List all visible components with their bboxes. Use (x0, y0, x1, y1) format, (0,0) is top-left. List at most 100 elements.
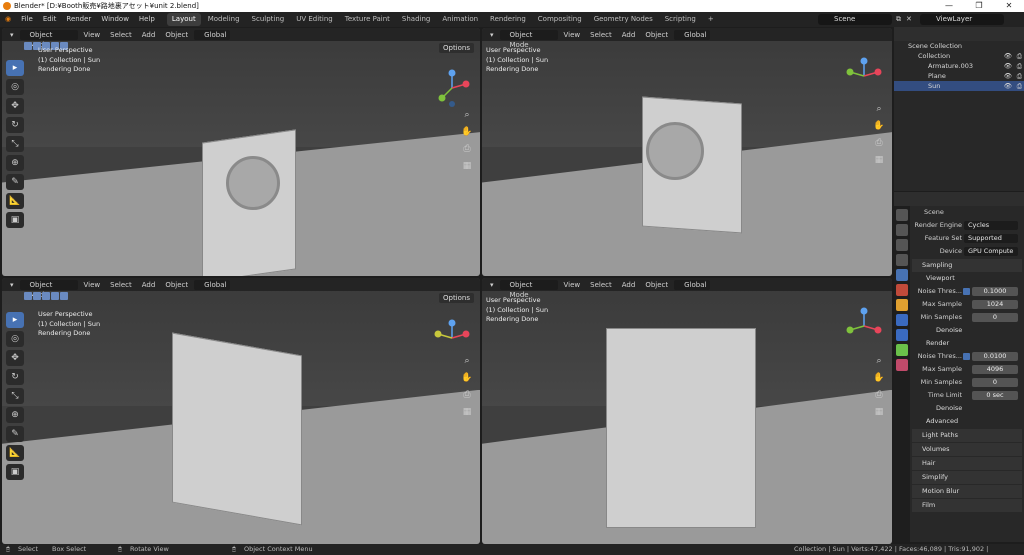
vp-denoise-subpanel[interactable]: Denoise (912, 324, 1022, 337)
render-camera-icon[interactable]: ⎙ (1017, 51, 1022, 61)
outliner-row-collection[interactable]: Collection 👁 ⎙ (894, 51, 1024, 61)
mode-selector[interactable]: Object Mode (499, 29, 558, 49)
menu-object[interactable]: Object (641, 280, 672, 290)
visibility-eye-icon[interactable]: 👁 (1004, 61, 1012, 71)
render-camera-icon[interactable]: ⎙ (1017, 71, 1022, 81)
camera-icon[interactable]: ⎙ (872, 388, 886, 402)
vp-noise-threshold-field[interactable]: 0.1000 (972, 287, 1018, 296)
viewport-top-left[interactable]: ▾ Object Mode View Select Add Object Glo… (2, 28, 480, 276)
navigation-gizmo[interactable] (844, 306, 884, 346)
orientation-selector[interactable]: Global (674, 279, 711, 290)
tab-scripting[interactable]: Scripting (660, 13, 701, 26)
maximize-button[interactable]: ❐ (964, 0, 994, 12)
tool-tab-icon[interactable] (896, 209, 908, 221)
tab-modeling[interactable]: Modeling (203, 13, 245, 26)
tab-layout[interactable]: Layout (166, 13, 201, 26)
outliner-row-sun[interactable]: Sun 👁 ⎙ (894, 81, 1024, 91)
vp-min-samples-field[interactable]: 0 (972, 313, 1018, 322)
grid-icon[interactable]: ▦ (460, 159, 474, 173)
select-tool-icon[interactable]: ▸ (6, 312, 24, 328)
menu-select[interactable]: Select (106, 280, 136, 290)
menu-select[interactable]: Select (106, 30, 136, 40)
annotate-tool-icon[interactable]: ✎ (6, 426, 24, 442)
pan-hand-icon[interactable]: ✋ (872, 119, 886, 133)
tab-rendering[interactable]: Rendering (485, 13, 531, 26)
measure-tool-icon[interactable]: 📐 (6, 445, 24, 461)
close-button[interactable]: ✕ (994, 0, 1024, 12)
volumes-panel[interactable]: Volumes (912, 443, 1022, 456)
new-scene-icon[interactable]: ⧉ (896, 15, 901, 24)
annotate-tool-icon[interactable]: ✎ (6, 174, 24, 190)
orientation-selector[interactable]: Global (194, 279, 231, 290)
render-camera-icon[interactable]: ⎙ (1017, 61, 1022, 71)
menu-help[interactable]: Help (134, 12, 160, 27)
orientation-selector[interactable]: Global (194, 29, 231, 40)
pan-hand-icon[interactable]: ✋ (872, 371, 886, 385)
menu-add[interactable]: Add (138, 30, 160, 40)
mode-selector[interactable]: Object Mode (19, 279, 78, 299)
editor-type-icon[interactable]: ▾ (486, 30, 498, 40)
simplify-panel[interactable]: Simplify (912, 471, 1022, 484)
menu-view[interactable]: View (560, 30, 585, 40)
zoom-icon[interactable]: ⌕ (460, 354, 474, 368)
outliner-row-plane[interactable]: Plane 👁 ⎙ (894, 71, 1024, 81)
render-engine-select[interactable]: Cycles (964, 221, 1018, 230)
cursor-tool-icon[interactable]: ◎ (6, 79, 24, 95)
tab-texture-paint[interactable]: Texture Paint (340, 13, 395, 26)
tab-compositing[interactable]: Compositing (533, 13, 587, 26)
menu-window[interactable]: Window (96, 12, 134, 27)
render-tab-icon[interactable] (896, 224, 908, 236)
select-tool-icon[interactable]: ▸ (6, 60, 24, 76)
output-tab-icon[interactable] (896, 239, 908, 251)
r-noise-checkbox[interactable] (963, 353, 970, 360)
tab-sculpting[interactable]: Sculpting (247, 13, 290, 26)
menu-add[interactable]: Add (618, 280, 640, 290)
view-layer-tab-icon[interactable] (896, 254, 908, 266)
menu-select[interactable]: Select (586, 30, 616, 40)
rotate-tool-icon[interactable]: ↻ (6, 369, 24, 385)
menu-edit[interactable]: Edit (38, 12, 62, 27)
advanced-subpanel[interactable]: Advanced (912, 415, 1022, 428)
menu-file[interactable]: File (16, 12, 38, 27)
navigation-gizmo[interactable] (432, 68, 472, 108)
viewport-bottom-right[interactable]: ▾ Object Mode View Select Add Object Glo… (482, 278, 892, 544)
vp-max-samples-field[interactable]: 1024 (972, 300, 1018, 309)
grid-icon[interactable]: ▦ (872, 153, 886, 167)
menu-object[interactable]: Object (161, 30, 192, 40)
add-cube-tool-icon[interactable]: ▣ (6, 464, 24, 480)
motion-blur-panel[interactable]: Motion Blur (912, 485, 1022, 498)
outliner-row-armature[interactable]: Armature.003 👁 ⎙ (894, 61, 1024, 71)
light-paths-panel[interactable]: Light Paths (912, 429, 1022, 442)
mode-selector[interactable]: Object Mode (19, 29, 78, 49)
scale-tool-icon[interactable]: ⤡ (6, 388, 24, 404)
menu-select[interactable]: Select (586, 280, 616, 290)
hair-panel[interactable]: Hair (912, 457, 1022, 470)
r-min-samples-field[interactable]: 0 (972, 378, 1018, 387)
mode-selector[interactable]: Object Mode (499, 279, 558, 299)
editor-type-icon[interactable]: ▾ (486, 280, 498, 290)
tab-uv-editing[interactable]: UV Editing (291, 13, 338, 26)
viewport-bottom-left[interactable]: ▾ Object Mode View Select Add Object Glo… (2, 278, 480, 544)
menu-view[interactable]: View (80, 280, 105, 290)
move-tool-icon[interactable]: ✥ (6, 350, 24, 366)
scene-selector[interactable]: Scene (818, 14, 892, 25)
vp-noise-checkbox[interactable] (963, 288, 970, 295)
orientation-selector[interactable]: Global (674, 29, 711, 40)
camera-icon[interactable]: ⎙ (460, 142, 474, 156)
camera-icon[interactable]: ⎙ (872, 136, 886, 150)
zoom-icon[interactable]: ⌕ (460, 108, 474, 122)
visibility-eye-icon[interactable]: 👁 (1004, 71, 1012, 81)
editor-type-icon[interactable]: ▾ (6, 280, 18, 290)
r-noise-threshold-field[interactable]: 0.0100 (972, 352, 1018, 361)
outliner-row-scene-collection[interactable]: Scene Collection (894, 41, 1024, 51)
pan-hand-icon[interactable]: ✋ (460, 125, 474, 139)
tab-animation[interactable]: Animation (437, 13, 483, 26)
menu-object[interactable]: Object (641, 30, 672, 40)
editor-type-icon[interactable]: ▾ (6, 30, 18, 40)
time-limit-field[interactable]: 0 sec (972, 391, 1018, 400)
feature-set-select[interactable]: Supported (964, 234, 1018, 243)
world-tab-icon[interactable] (896, 284, 908, 296)
menu-view[interactable]: View (80, 30, 105, 40)
render-camera-icon[interactable]: ⎙ (1017, 81, 1022, 91)
rotate-tool-icon[interactable]: ↻ (6, 117, 24, 133)
